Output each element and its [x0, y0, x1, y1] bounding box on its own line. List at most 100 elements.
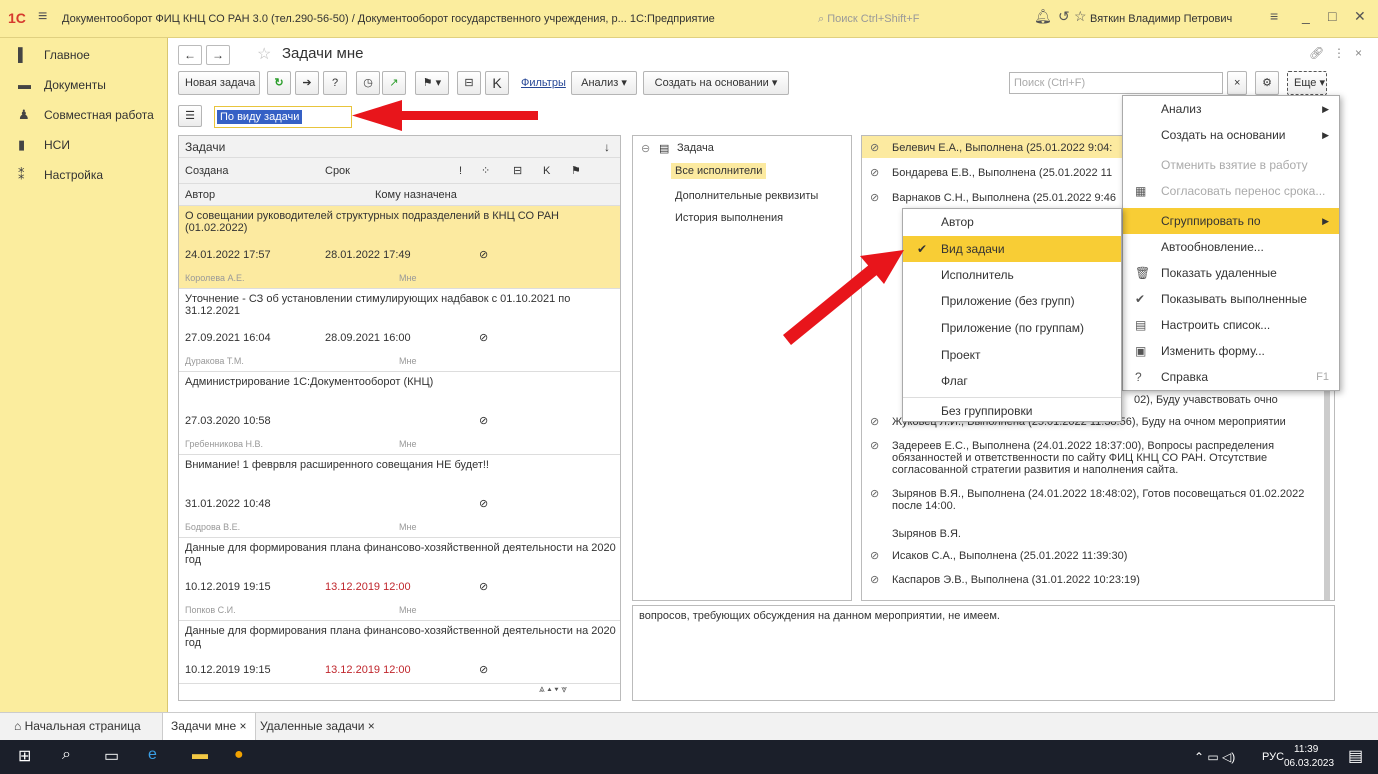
menu-item-change-form[interactable]: ▣ Изменить форму...	[1123, 338, 1339, 364]
menu-item-agree-deadline[interactable]: ▦ Согласовать перенос срока...	[1123, 178, 1339, 204]
close-icon[interactable]: ✕	[1354, 8, 1366, 25]
menu-item-group-by[interactable]: Сгруппировать по ▶	[1123, 208, 1339, 234]
sidebar-item-collab[interactable]: ♟ Совместная работа	[0, 102, 167, 132]
tree-view-button[interactable]: ⊟	[457, 71, 481, 95]
flag-dropdown-button[interactable]: ⚑ ▾	[415, 71, 449, 95]
tab-home[interactable]: ⌂ Начальная страница	[6, 713, 149, 740]
more-button[interactable]: Еще ▾	[1287, 71, 1327, 95]
analysis-dropdown-button[interactable]: Анализ ▾	[571, 71, 637, 95]
group-option-project[interactable]: Проект	[903, 342, 1121, 368]
group-settings-button[interactable]: ☰	[178, 105, 202, 127]
list-header[interactable]: Задачи ↓	[179, 136, 620, 158]
grouping-field[interactable]: По виду задачи	[214, 106, 352, 128]
table-row[interactable]: О совещании руководителей структурных по…	[179, 206, 620, 289]
menu-item-help[interactable]: ? Справка F1	[1123, 364, 1339, 390]
sidebar-item-documents[interactable]: ▬ Документы	[0, 72, 167, 102]
sort-icon[interactable]: ↓	[604, 136, 610, 158]
tray-icons[interactable]: ⌃ ▭ ◁)	[1194, 750, 1235, 764]
favorite-star-icon[interactable]: ☆	[257, 44, 271, 64]
search-icon[interactable]: ⌕	[62, 746, 71, 764]
list-item[interactable]: ⊘ Задереев Е.С., Выполнена (24.01.2022 18…	[868, 440, 1308, 476]
task-view-icon[interactable]: ▭	[104, 746, 119, 766]
global-search-input[interactable]: ⌕ Поиск Ctrl+Shift+F	[818, 10, 1028, 28]
notifications-icon[interactable]: ▤	[1348, 746, 1363, 766]
forward-button[interactable]: →	[206, 45, 230, 65]
link-icon[interactable]: 🔗︎	[1309, 46, 1324, 60]
menu-item-cancel-work[interactable]: Отменить взятие в работу	[1123, 152, 1339, 178]
list-item[interactable]: ⊘ Бондарева Е.В., Выполнена (25.01.2022 1…	[868, 167, 1112, 179]
clock-button[interactable]: ◷	[356, 71, 380, 95]
group-option-attachment-nogroup[interactable]: Приложение (без групп)	[903, 288, 1121, 314]
refresh-button[interactable]: ↻	[267, 71, 291, 95]
flag-col-icon[interactable]: ⚑	[571, 158, 581, 184]
1c-app-icon[interactable]: ●	[234, 746, 244, 764]
user-name[interactable]: Вяткин Владимир Петрович	[1090, 13, 1232, 25]
star-icon[interactable]: ☆	[1074, 8, 1087, 25]
clock-date[interactable]: 06.03.2023	[1284, 758, 1334, 769]
create-based-dropdown-button[interactable]: Создать на основании ▾	[643, 71, 789, 95]
column-created[interactable]: Создана	[185, 158, 228, 184]
forward-task-button[interactable]: ➔	[295, 71, 319, 95]
tree-item-all-executors[interactable]: Все исполнители	[671, 163, 767, 179]
list-item[interactable]: ⊘ Исаков С.А., Выполнена (25.01.2022 11:3…	[868, 550, 1127, 562]
k-button[interactable]: K	[485, 71, 509, 95]
new-task-button[interactable]: Новая задача	[178, 71, 260, 95]
list-item[interactable]: ⊘ Варнаков С.Н., Выполнена (25.01.2022 9:…	[868, 192, 1116, 204]
list-scroll-buttons[interactable]: ⩓ ▴ ▾ ⩔	[539, 684, 567, 695]
clock-time[interactable]: 11:39	[1294, 744, 1318, 755]
table-row[interactable]: Данные для формирования плана финансово-…	[179, 621, 620, 684]
group-option-executor[interactable]: Исполнитель	[903, 262, 1121, 288]
gear-button[interactable]: ⚙	[1255, 71, 1279, 95]
table-row[interactable]: Внимание! 1 феврвля расширенного совещан…	[179, 455, 620, 538]
menu-item-autorefresh[interactable]: Автообновление...	[1123, 234, 1339, 260]
ie-browser-icon[interactable]: e	[148, 746, 157, 764]
group-option-task-type[interactable]: ✔ Вид задачи	[903, 236, 1121, 262]
sidebar-item-nsi[interactable]: ▮ НСИ	[0, 132, 167, 162]
back-button[interactable]: ←	[178, 45, 202, 65]
tab-my-tasks[interactable]: Задачи мне ×	[162, 713, 256, 740]
table-row[interactable]: Уточнение - СЗ об установлении стимулиру…	[179, 289, 620, 372]
search-input[interactable]: Поиск (Ctrl+F)	[1009, 72, 1223, 94]
tree-item-extra-props[interactable]: Дополнительные реквизиты	[675, 190, 818, 202]
list-item[interactable]: ⊘ Белевич Е.А., Выполнена (25.01.2022 9:0…	[868, 142, 1112, 154]
column-assignee[interactable]: Кому назначена	[375, 184, 457, 206]
column-author[interactable]: Автор	[185, 184, 215, 206]
menu-item-analysis[interactable]: Анализ ▶	[1123, 96, 1339, 122]
tree-col-icon[interactable]: ⊟	[513, 158, 522, 184]
help-doc-button[interactable]: ?	[323, 71, 347, 95]
menu-item-show-completed[interactable]: ✔ Показывать выполненные	[1123, 286, 1339, 312]
more-vertical-icon[interactable]: ⋮	[1333, 46, 1345, 60]
menu-item-configure-list[interactable]: ▤ Настроить список...	[1123, 312, 1339, 338]
filters-link[interactable]: Фильтры	[521, 77, 566, 89]
sidebar-item-settings[interactable]: ⁑ Настройка	[0, 162, 167, 192]
bell-icon[interactable]: 🔔︎	[1034, 8, 1052, 25]
tree-root[interactable]: Задача	[677, 142, 714, 154]
minimize-icon[interactable]: _	[1302, 8, 1310, 24]
language-indicator[interactable]: РУС	[1262, 751, 1284, 763]
clear-search-button[interactable]: ×	[1227, 71, 1247, 95]
column-due[interactable]: Срок	[325, 158, 350, 184]
list-item[interactable]: ⊘ Каспаров Э.В., Выполнена (31.01.2022 10…	[868, 574, 1140, 586]
k-col-icon[interactable]: K	[543, 158, 550, 184]
list-item[interactable]: ⊘ Зырянов В.Я., Выполнена (24.01.2022 18:…	[868, 488, 1308, 512]
tree-item-history[interactable]: История выполнения	[675, 212, 783, 224]
history-icon[interactable]: ↺	[1058, 8, 1070, 25]
group-option-author[interactable]: Автор	[903, 209, 1121, 235]
tab-deleted-tasks[interactable]: Удаленные задачи ×	[252, 713, 383, 740]
table-row[interactable]: Данные для формирования плана финансово-…	[179, 538, 620, 621]
main-menu-icon[interactable]: ≡	[38, 8, 47, 26]
settings-menu-icon[interactable]: ≡	[1270, 8, 1278, 24]
group-option-flag[interactable]: Флаг	[903, 368, 1121, 394]
file-explorer-icon[interactable]: ▬	[192, 746, 208, 764]
status-icon[interactable]: ⁘	[481, 158, 490, 184]
table-row[interactable]: Администрирование 1С:Документооборот (КН…	[179, 372, 620, 455]
export-button[interactable]: ↗	[382, 71, 406, 95]
menu-item-create-based[interactable]: Создать на основании ▶	[1123, 122, 1339, 148]
group-option-attachment-groups[interactable]: Приложение (по группам)	[903, 315, 1121, 341]
windows-start-icon[interactable]: ⊞	[18, 746, 31, 766]
maximize-icon[interactable]: □	[1328, 8, 1336, 24]
collapse-icon[interactable]: ⊖	[641, 142, 650, 155]
sidebar-item-main[interactable]: ▌ Главное	[0, 42, 167, 72]
importance-icon[interactable]: !	[459, 158, 462, 184]
menu-item-show-deleted[interactable]: 🗑︎ Показать удаленные	[1123, 260, 1339, 286]
